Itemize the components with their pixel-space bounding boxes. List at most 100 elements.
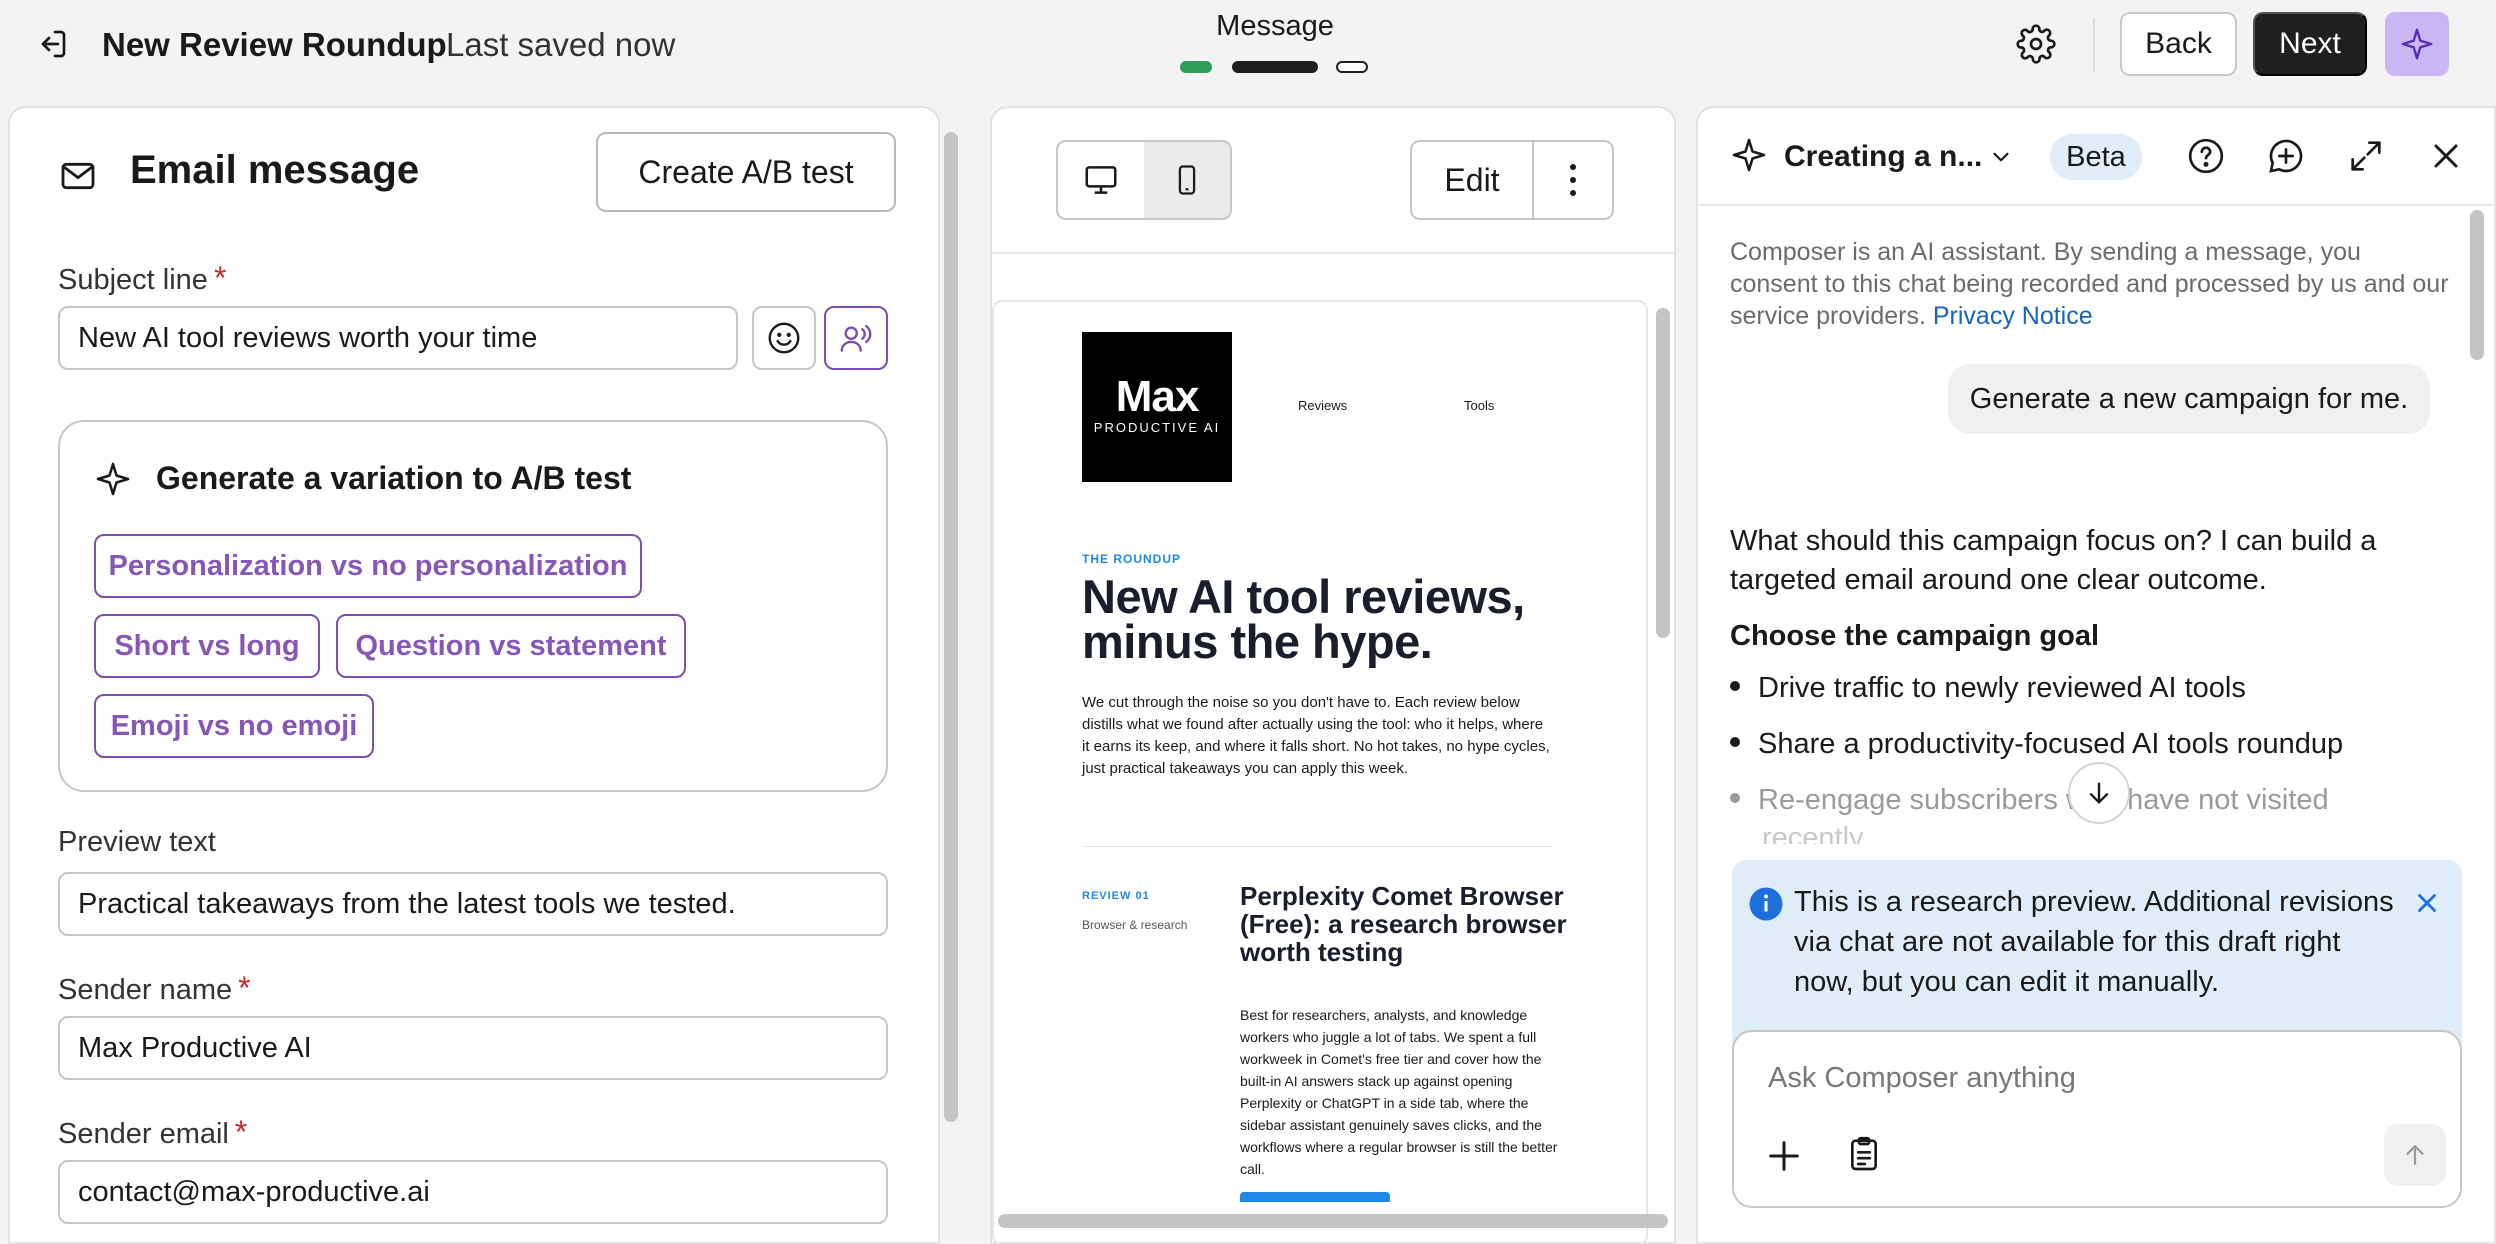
mail-icon (61, 162, 95, 190)
preview-vertical-scrollbar[interactable] (1656, 308, 1670, 638)
subject-input[interactable]: New AI tool reviews worth your time (58, 306, 738, 370)
goal-option[interactable]: Drive traffic to newly reviewed AI tools (1730, 672, 2246, 705)
plus-icon[interactable] (1764, 1136, 1804, 1176)
top-bar: New Review Roundup Last saved now Messag… (0, 0, 2496, 92)
required-marker: * (213, 260, 227, 296)
notice-text: This is a research preview. Additional r… (1794, 886, 2394, 998)
desktop-view-button[interactable] (1058, 142, 1144, 218)
save-status: Last saved now (446, 26, 676, 63)
ab-variation-card: Generate a variation to A/B test Persona… (58, 420, 888, 792)
preview-divider (992, 252, 1674, 254)
sender-email-label-text: Sender email (58, 1118, 229, 1150)
email-settings-panel: Email message Create A/B test Subject li… (8, 106, 940, 1244)
mobile-icon (1178, 165, 1196, 195)
chip-question-statement[interactable]: Question vs statement (336, 614, 686, 678)
edit-button[interactable]: Edit (1412, 142, 1534, 218)
composer-disclaimer: Composer is an AI assistant. By sending … (1730, 236, 2450, 332)
left-panel-scrollbar[interactable] (944, 132, 958, 1122)
privacy-notice-link[interactable]: Privacy Notice (1933, 302, 2093, 330)
required-marker: * (238, 970, 251, 1006)
composer-header-divider (1698, 204, 2494, 206)
user-message: Generate a new campaign for me. (1948, 364, 2430, 434)
arrow-up-icon (2406, 1145, 2424, 1165)
send-button[interactable] (2384, 1124, 2446, 1186)
email-intro: We cut through the noise so you don't ha… (1082, 694, 1550, 777)
review-cta-button (1240, 1192, 1390, 1202)
goal-option[interactable]: Share a productivity-focused AI tools ro… (1730, 728, 2343, 761)
email-divider (1082, 846, 1552, 847)
email-eyebrow: THE ROUNDUP (1082, 552, 1182, 566)
sender-email-input[interactable]: contact@max-productive.ai (58, 1160, 888, 1224)
review-body: Best for researchers, analysts, and know… (1240, 1007, 1558, 1177)
bullet-dot (1730, 793, 1740, 804)
step-label: Message (1216, 10, 1334, 42)
assistant-message: What should this campaign focus on? I ca… (1730, 525, 2377, 596)
subject-label-text: Subject line (58, 264, 208, 296)
close-icon[interactable] (2426, 136, 2466, 176)
preview-actions: Edit (1410, 140, 1614, 220)
campaign-title[interactable]: New Review Roundup (102, 26, 447, 64)
expand-icon[interactable] (2346, 136, 2386, 176)
preview-horizontal-scrollbar[interactable] (998, 1214, 1668, 1228)
email-nav-reviews: Reviews (1298, 398, 1348, 413)
ai-assistant-button[interactable] (2385, 12, 2449, 76)
desktop-icon (1085, 166, 1117, 194)
logo-tagline: PRODUCTIVE AI (1093, 420, 1221, 435)
clipboard-icon[interactable] (1844, 1132, 1884, 1176)
sparkle-icon (96, 462, 130, 496)
arrow-down-icon (2089, 782, 2109, 804)
goal-option[interactable]: Re-engage subscribers who have not visit… (1730, 784, 2329, 817)
chevron-down-icon[interactable] (1988, 144, 2014, 170)
chip-emoji[interactable]: Emoji vs no emoji (94, 694, 374, 758)
variation-title: Generate a variation to A/B test (156, 460, 632, 496)
more-vertical-icon (1570, 164, 1576, 196)
goal-option-label: Drive traffic to newly reviewed AI tools (1758, 672, 2246, 704)
step-indicator-complete (1180, 61, 1212, 73)
next-button[interactable]: Next (2253, 12, 2367, 76)
email-headline: New AI tool reviews, minus the hype. (1082, 570, 1525, 668)
create-ab-test-button[interactable]: Create A/B test (596, 132, 896, 212)
review-category: Browser & research (1082, 918, 1188, 932)
logo-wordmark: Max (1115, 372, 1200, 421)
goal-option-label: Share a productivity-focused AI tools ro… (1758, 728, 2344, 760)
composer-panel: Creating a n... Beta Composer is an AI a… (1696, 106, 2496, 1244)
goal-overflow-text: recently (1762, 822, 1864, 844)
gear-icon[interactable] (2016, 24, 2056, 64)
goal-heading: Choose the campaign goal (1730, 620, 2099, 652)
conversation-title[interactable]: Creating a n... (1784, 140, 1982, 174)
mobile-view-button[interactable] (1144, 142, 1230, 218)
bullet-dot (1730, 737, 1740, 748)
chip-personalization[interactable]: Personalization vs no personalization (94, 534, 642, 598)
required-marker: * (234, 1114, 248, 1150)
email-nav-tools: Tools (1464, 398, 1495, 413)
subject-label: Subject line * (58, 260, 226, 297)
sender-name-input[interactable]: Max Productive AI (58, 1016, 888, 1080)
email-render: Max PRODUCTIVE AI Reviews Tools THE ROUN… (992, 300, 1648, 1242)
bullet-dot (1730, 681, 1740, 692)
emoji-button[interactable] (752, 306, 816, 370)
sender-name-label-text: Sender name (58, 974, 233, 1006)
back-button[interactable]: Back (2120, 12, 2237, 76)
composer-scrollbar[interactable] (2470, 210, 2484, 360)
beta-badge: Beta (2050, 134, 2142, 180)
email-preview-panel: Edit Max PRODUCTIVE AI Reviews Tools THE… (990, 106, 1676, 1244)
scroll-down-button[interactable] (2068, 762, 2130, 824)
review-tag: REVIEW 01 (1082, 890, 1150, 902)
smiley-icon (768, 322, 800, 354)
preview-text-input[interactable]: Practical takeaways from the latest tool… (58, 872, 888, 936)
preview-text-label: Preview text (58, 826, 216, 858)
research-preview-notice: This is a research preview. Additional r… (1732, 860, 2462, 1050)
exit-icon[interactable] (34, 26, 70, 62)
personalize-button[interactable] (824, 306, 888, 370)
chat-input[interactable]: Ask Composer anything (1768, 1062, 2076, 1095)
goal-option-label: Re-engage subscribers who have not visit… (1758, 784, 2329, 816)
sparkle-icon (1732, 138, 1766, 172)
review-title: Perplexity Comet Browser (Free): a resea… (1240, 881, 1567, 967)
help-icon[interactable] (2186, 136, 2226, 176)
more-options-button[interactable] (1534, 142, 1612, 218)
step-indicator-upcoming (1336, 61, 1368, 73)
info-icon (1749, 887, 1783, 921)
chip-short-long[interactable]: Short vs long (94, 614, 320, 678)
new-chat-icon[interactable] (2266, 136, 2306, 176)
close-icon[interactable] (2412, 888, 2442, 918)
